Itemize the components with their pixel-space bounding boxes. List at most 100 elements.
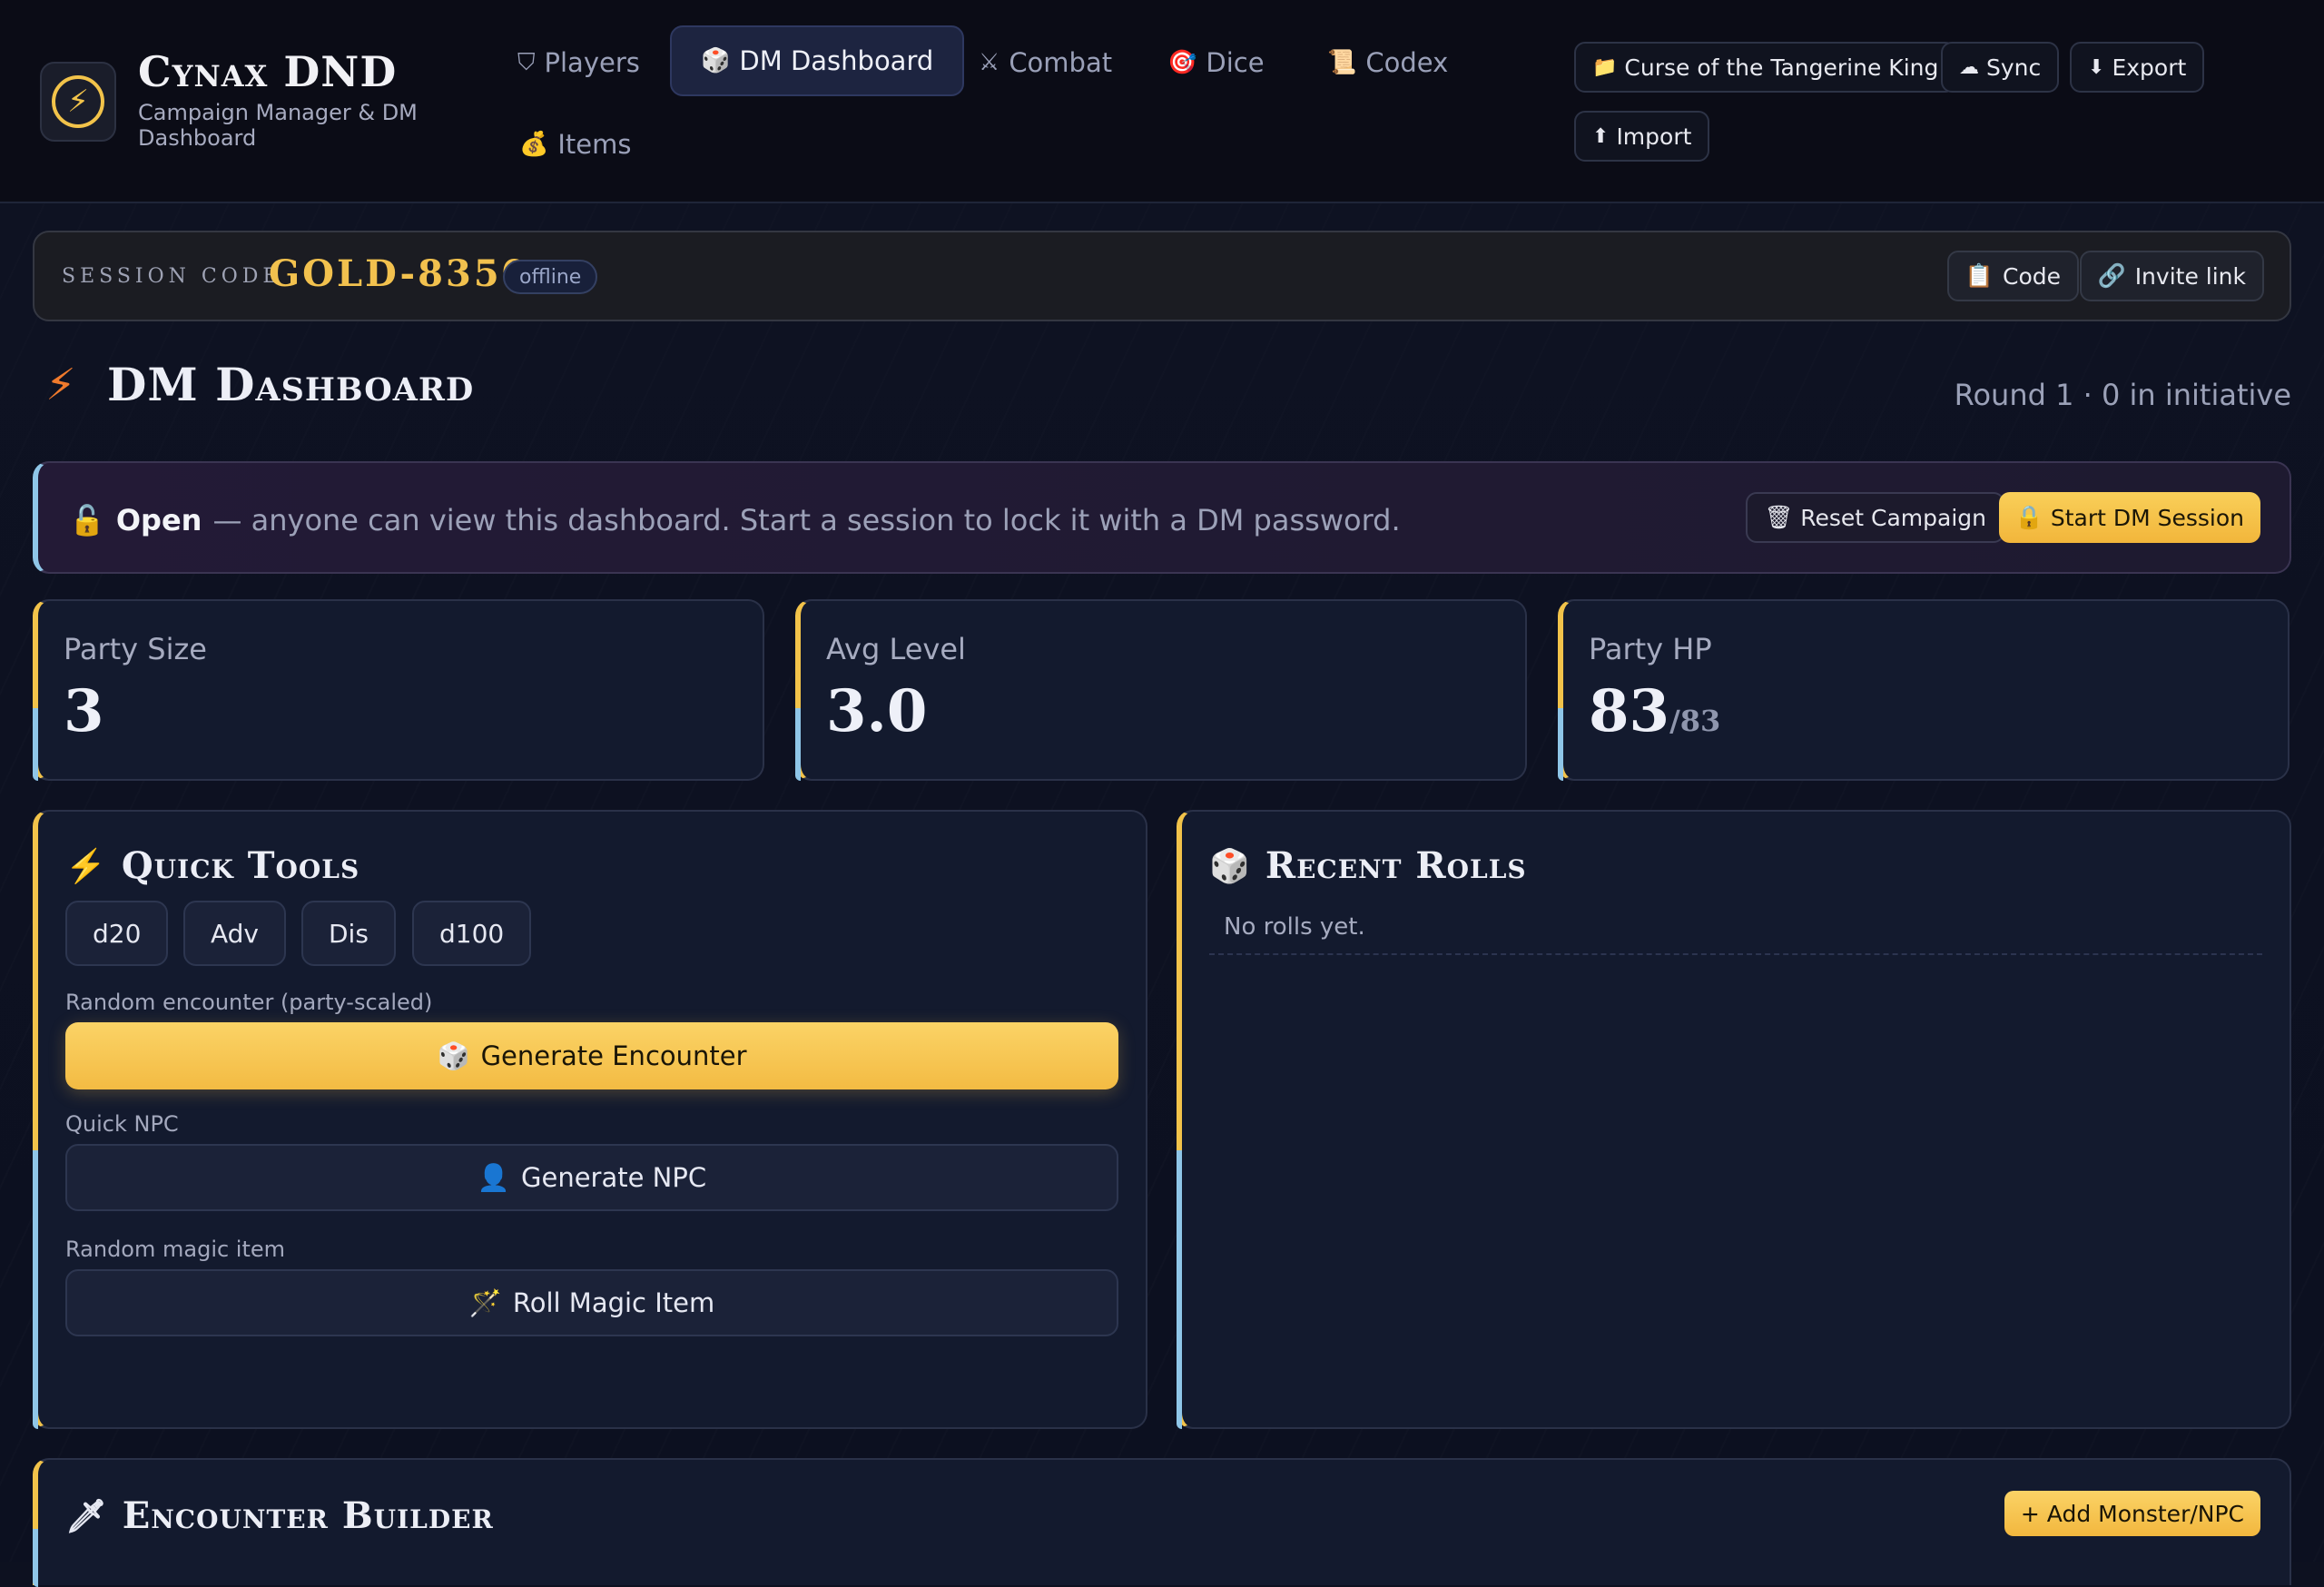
nav-tab-codex[interactable]: 📜 Codex (1298, 27, 1477, 98)
encounter-builder-title: Encounter Builder (122, 1494, 494, 1537)
lock-icon: 🔒 (2014, 504, 2043, 530)
export-label: Export (2112, 54, 2187, 81)
start-dm-session-label: Start DM Session (2050, 504, 2244, 531)
access-status: Open (115, 503, 202, 537)
generate-npc-label: Generate NPC (521, 1162, 707, 1193)
npc-label: Quick NPC (65, 1111, 179, 1137)
sync-label: Sync (1986, 54, 2042, 81)
stat-value: 83/83 (1589, 677, 1720, 745)
recent-rolls-empty: No rolls yet. (1224, 913, 1365, 941)
trash-icon: 🗑 (1764, 504, 1794, 530)
shield-icon: ⛉ (517, 48, 536, 76)
import-label: Import (1616, 123, 1692, 150)
crossed-swords-icon: ⚔ (979, 49, 1000, 76)
scroll-icon: 📜 (1327, 49, 1357, 76)
page-title: DM Dashboard (107, 358, 475, 411)
panel-title: 🗡 Encounter Builder (65, 1494, 494, 1537)
stat-value: 3 (64, 677, 104, 745)
encounter-label: Random encounter (party-scaled) (65, 990, 433, 1015)
dice-icon: 🎲 (1209, 846, 1251, 885)
panel-title: ⚡ Quick Tools (65, 844, 359, 887)
reset-campaign-button[interactable]: 🗑 Reset Campaign (1746, 492, 2004, 543)
roll-advantage-button[interactable]: Adv (183, 901, 287, 966)
arrow-up-icon: ⬆ (1592, 124, 1610, 148)
panel-title: 🎲 Recent Rolls (1209, 844, 1527, 887)
quick-tools-panel: ⚡ Quick Tools d20 Adv Dis d100 Random en… (33, 810, 1147, 1429)
roll-magic-item-button[interactable]: 🪄 Roll Magic Item (65, 1269, 1118, 1336)
folder-icon: 📁 (1592, 55, 1618, 79)
lightning-bolt-icon: ⚡ (65, 846, 107, 885)
session-bar: SESSION CODE GOLD-8350 offline 📋 Code 🔗 … (33, 231, 2291, 321)
nav-tab-label: DM Dashboard (739, 45, 934, 76)
campaign-selector-button[interactable]: 📁 Curse of the Tangerine King (1574, 42, 1957, 93)
nav-tab-label: Players (544, 47, 640, 78)
lightning-bolt-icon: ⚡ (52, 75, 104, 128)
stat-label: Party HP (1589, 632, 1712, 666)
sync-button[interactable]: ☁ Sync (1941, 42, 2060, 93)
add-monster-npc-button[interactable]: + Add Monster/NPC (2004, 1491, 2260, 1536)
start-dm-session-button[interactable]: 🔒 Start DM Session (1998, 492, 2260, 543)
top-header: ⚡ Cynax DND Campaign Manager & DM Dashbo… (0, 0, 2324, 203)
nav-tab-dm-dashboard[interactable]: 🎲 DM Dashboard (670, 25, 965, 96)
generate-encounter-label: Generate Encounter (480, 1040, 747, 1071)
target-icon: 🎯 (1167, 49, 1197, 76)
magic-wand-icon: 🪄 (468, 1286, 502, 1318)
person-icon: 👤 (477, 1161, 510, 1193)
stat-value: 3.0 (826, 677, 928, 745)
stat-label: Avg Level (826, 632, 966, 666)
connection-status-badge: offline (503, 260, 598, 294)
clipboard-icon: 📋 (1965, 262, 1994, 289)
app-title: Cynax DND (138, 47, 398, 96)
cloud-icon: ☁ (1959, 55, 1979, 79)
stat-card-avg-level: Avg Level 3.0 (795, 599, 1527, 782)
nav-tab-label: Dice (1206, 47, 1265, 78)
money-bag-icon: 💰 (519, 131, 549, 158)
dagger-icon: 🗡 (65, 1496, 108, 1535)
nav-tab-label: Items (557, 129, 632, 160)
reset-campaign-label: Reset Campaign (1800, 504, 1986, 531)
nav-tab-label: Codex (1365, 47, 1449, 78)
session-code-label: SESSION CODE (62, 265, 282, 288)
session-code-value: GOLD-8350 (269, 252, 530, 295)
link-icon: 🔗 (2097, 262, 2126, 289)
nav-tab-players[interactable]: ⛉ Players (488, 27, 669, 98)
encounter-builder-panel: 🗡 Encounter Builder + Add Monster/NPC (33, 1458, 2291, 1587)
round-info: Round 1 · 0 in initiative (1954, 378, 2291, 412)
recent-rolls-panel: 🎲 Recent Rolls No rolls yet. (1177, 810, 2291, 1429)
generate-encounter-button[interactable]: 🎲 Generate Encounter (65, 1022, 1118, 1089)
unlocked-icon: 🔓 (69, 503, 105, 537)
nav-tab-items[interactable]: 💰 Items (490, 109, 661, 180)
nav-tab-dice[interactable]: 🎯 Dice (1138, 27, 1294, 98)
magic-item-label: Random magic item (65, 1237, 286, 1262)
dice-icon: 🎲 (701, 47, 731, 74)
dice-icon: 🎲 (437, 1040, 470, 1071)
invite-link-button[interactable]: 🔗 Invite link (2079, 251, 2264, 301)
stat-label: Party Size (64, 632, 207, 666)
app-subtitle: Campaign Manager & DM Dashboard (138, 100, 418, 151)
roll-d20-button[interactable]: d20 (65, 901, 169, 966)
arrow-down-icon: ⬇ (2088, 55, 2105, 79)
roll-d100-button[interactable]: d100 (412, 901, 532, 966)
access-message: 🔓 Open — anyone can view this dashboard.… (69, 503, 1401, 537)
copy-code-label: Code (2002, 262, 2061, 290)
app-logo[interactable]: ⚡ (40, 62, 116, 142)
quick-tools-title: Quick Tools (121, 844, 360, 887)
generate-npc-button[interactable]: 👤 Generate NPC (65, 1144, 1118, 1211)
roll-magic-item-label: Roll Magic Item (512, 1287, 715, 1318)
recent-rolls-title: Recent Rolls (1265, 844, 1527, 887)
access-banner: 🔓 Open — anyone can view this dashboard.… (33, 461, 2291, 574)
export-button[interactable]: ⬇ Export (2070, 42, 2205, 93)
nav-tab-combat[interactable]: ⚔ Combat (950, 27, 1141, 98)
import-button[interactable]: ⬆ Import (1574, 111, 1710, 162)
invite-link-label: Invite link (2134, 262, 2246, 290)
campaign-name: Curse of the Tangerine King (1624, 54, 1939, 81)
roll-disadvantage-button[interactable]: Dis (301, 901, 396, 966)
stat-card-party-size: Party Size 3 (33, 599, 764, 782)
party-hp-max: /83 (1669, 704, 1721, 738)
nav-tab-label: Combat (1009, 47, 1113, 78)
party-hp-current: 83 (1589, 677, 1670, 745)
divider (1209, 953, 2262, 955)
stat-card-party-hp: Party HP 83/83 (1558, 599, 2290, 782)
lightning-bolt-icon: ⚡ (45, 360, 76, 410)
copy-code-button[interactable]: 📋 Code (1946, 251, 2079, 301)
